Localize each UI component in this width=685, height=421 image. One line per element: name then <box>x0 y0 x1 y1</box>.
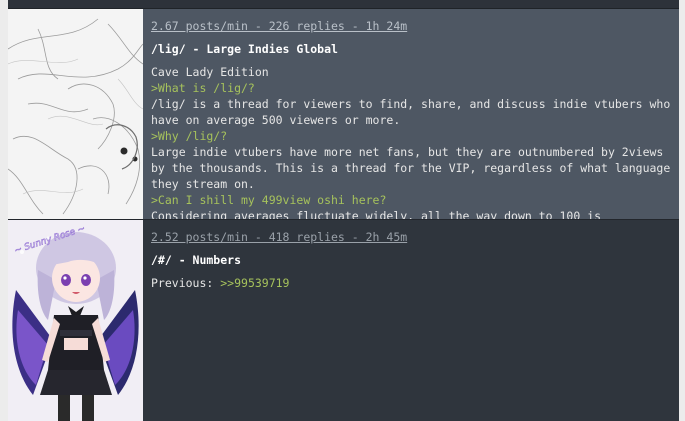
sketch-image <box>8 9 143 219</box>
thread-stats-link[interactable]: 2.52 posts/min - 418 replies - 2h 45m <box>151 229 671 245</box>
thread-thumbnail[interactable] <box>8 9 143 219</box>
previous-label: Previous: <box>151 276 221 290</box>
thread-stats-link[interactable]: 2.67 posts/min - 226 replies - 1h 24m <box>151 18 671 34</box>
top-bar <box>8 0 679 9</box>
op-line: Previous: >>99539719 <box>151 275 671 291</box>
thread-body: 2.67 posts/min - 226 replies - 1h 24m /l… <box>143 9 679 219</box>
quote-link[interactable]: >>99539719 <box>220 276 289 290</box>
thread-title: /#/ - Numbers <box>151 253 242 267</box>
anime-girl-image: ~ Sunny Rose ~ <box>8 220 143 421</box>
thread-card[interactable]: ~ Sunny Rose ~ 2.52 posts/min - 418 repl… <box>8 220 679 421</box>
thread-list: 2.67 posts/min - 226 replies - 1h 24m /l… <box>8 9 679 421</box>
op-line: Cave Lady Edition <box>151 65 269 79</box>
thread-title: /lig/ - Large Indies Global <box>151 42 338 56</box>
greentext-line: >Why /lig/? <box>151 129 228 143</box>
thread-thumbnail[interactable]: ~ Sunny Rose ~ <box>8 220 143 421</box>
thread-body: 2.52 posts/min - 418 replies - 2h 45m /#… <box>143 220 679 421</box>
thread-card[interactable]: 2.67 posts/min - 226 replies - 1h 24m /l… <box>8 9 679 220</box>
op-line: Considering averages fluctuate widely, a… <box>151 209 602 219</box>
greentext-line: >What is /lig/? <box>151 81 255 95</box>
op-line: Large indie vtubers have more net fans, … <box>151 145 671 191</box>
op-line: /lig/ is a thread for viewers to find, s… <box>151 97 671 127</box>
greentext-line: >Can I shill my 499view oshi here? <box>151 193 387 207</box>
